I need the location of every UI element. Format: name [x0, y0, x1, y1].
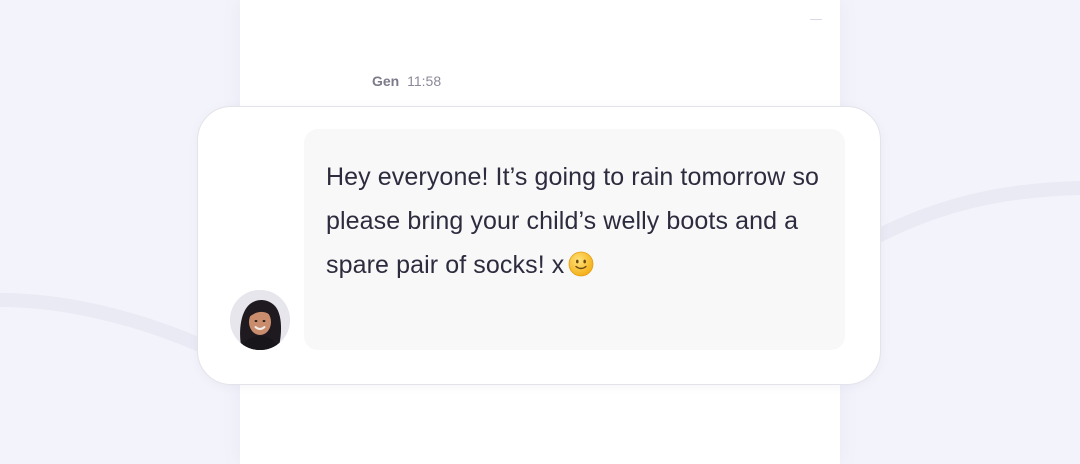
slightly-smiling-face-icon: [569, 251, 594, 277]
avatar-image: [230, 290, 290, 350]
minimize-icon[interactable]: [810, 19, 822, 20]
avatar[interactable]: [230, 290, 290, 350]
message-text-container: Hey everyone! It’s going to rain tomorro…: [326, 155, 825, 287]
message-meta: Gen 11:58: [372, 73, 441, 89]
message-card[interactable]: Hey everyone! It’s going to rain tomorro…: [197, 106, 881, 385]
sender-name: Gen: [372, 73, 400, 89]
message-timestamp: 11:58: [407, 73, 442, 89]
message-bubble: Hey everyone! It’s going to rain tomorro…: [304, 129, 845, 350]
